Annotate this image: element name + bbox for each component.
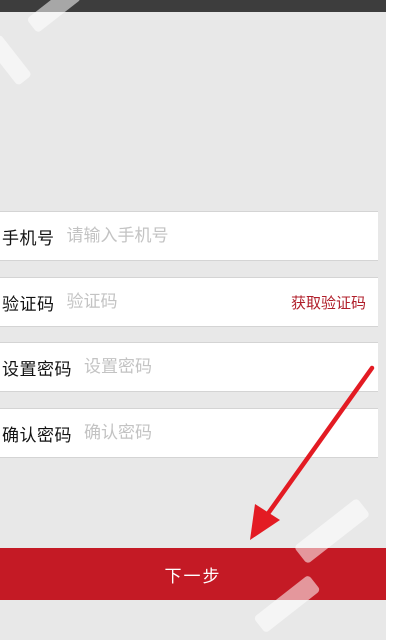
right-edge-strip	[386, 0, 393, 640]
confirm-password-label: 确认密码	[2, 425, 72, 446]
password-row: 设置密码	[0, 342, 378, 392]
phone-label: 手机号	[2, 228, 55, 249]
confirm-password-row: 确认密码	[0, 408, 378, 458]
next-step-button[interactable]: 下一步	[0, 548, 386, 600]
verification-code-row: 验证码 获取验证码	[0, 277, 378, 327]
watermark-smudge-left	[0, 33, 33, 87]
password-input[interactable]	[84, 357, 378, 377]
confirm-password-input[interactable]	[84, 423, 378, 443]
verification-code-input[interactable]	[66, 292, 291, 312]
registration-screen: 手机号 验证码 获取验证码 设置密码 确认密码 下一步	[0, 0, 386, 640]
phone-row: 手机号	[0, 211, 378, 261]
get-verification-code-button[interactable]: 获取验证码	[291, 292, 366, 313]
phone-input[interactable]	[66, 226, 378, 246]
password-label: 设置密码	[2, 359, 72, 380]
verification-code-label: 验证码	[2, 294, 55, 315]
